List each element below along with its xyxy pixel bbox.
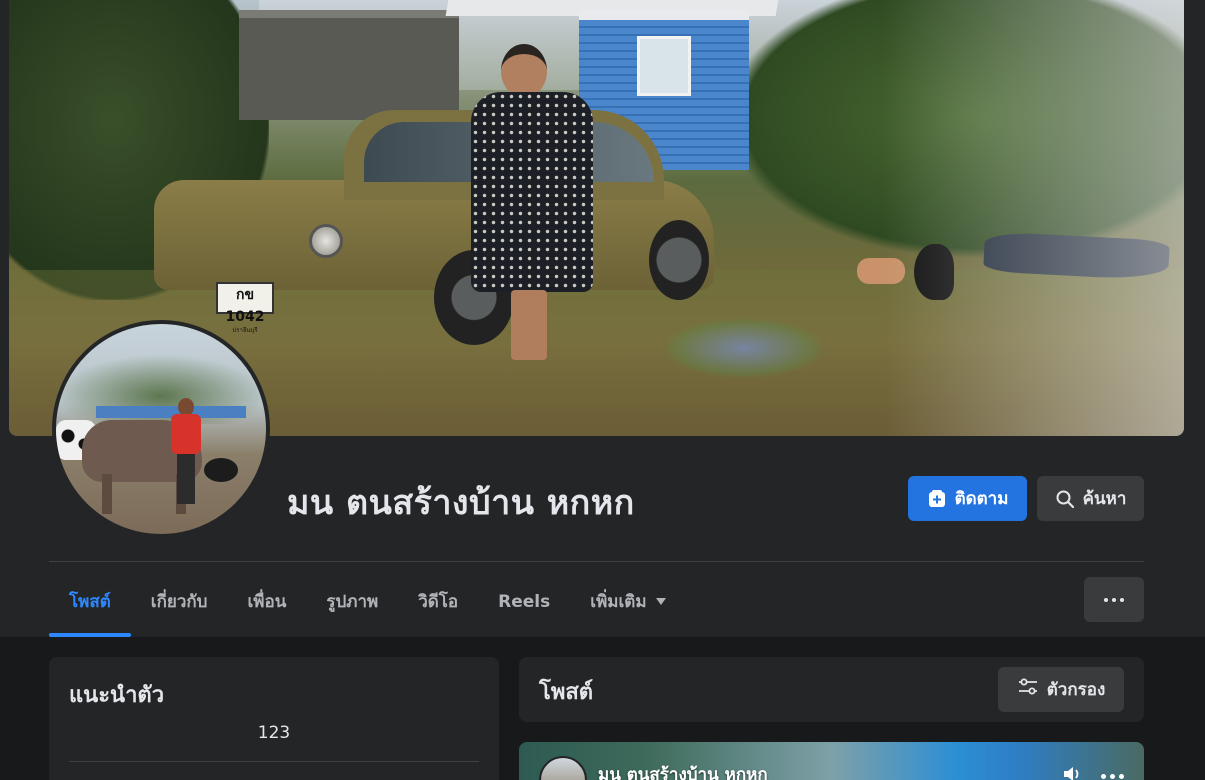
tab-label: Reels xyxy=(498,591,551,612)
caret-down-icon xyxy=(655,598,666,605)
tab-label: โพสต์ xyxy=(69,592,111,612)
more-dots-icon xyxy=(1120,597,1124,602)
profile-avatar[interactable] xyxy=(52,320,270,538)
man-red-shirt xyxy=(171,414,201,454)
tab-label: เพื่อน xyxy=(247,592,287,612)
tab-friends[interactable]: เพื่อน xyxy=(227,566,306,637)
cover-woman xyxy=(471,44,597,369)
dot xyxy=(1110,773,1115,779)
tab-more[interactable]: เพิ่มเติม xyxy=(570,566,685,637)
add-person-icon xyxy=(927,489,947,509)
cover-vintage-car: กข 1042 ปราจีนบุรี xyxy=(154,100,714,345)
tab-posts[interactable]: โพสต์ xyxy=(49,566,131,637)
intro-title: แนะนำตัว xyxy=(69,683,165,708)
tab-photos[interactable]: รูปภาพ xyxy=(306,566,398,637)
car-license-plate: กข 1042 ปราจีนบุรี xyxy=(216,282,274,334)
header-divider xyxy=(49,561,1144,562)
filter-label: ตัวกรอง xyxy=(1046,680,1106,700)
tab-label: เกี่ยวกับ xyxy=(150,592,208,612)
avatar-tires xyxy=(204,458,238,482)
license-plate-number: กข 1042 xyxy=(225,287,265,325)
more-options-button[interactable] xyxy=(1084,577,1144,622)
dot xyxy=(1119,773,1124,779)
tab-label: เพิ่มเติม xyxy=(590,592,647,612)
woman-legs xyxy=(511,290,547,360)
tab-label: วิดีโอ xyxy=(418,592,459,612)
posts-header-card: โพสต์ ตัวกรอง xyxy=(519,657,1144,722)
profile-header: กข 1042 ปราจีนบุรี มน ตนสร้างบ้าน หกหก ต… xyxy=(0,0,1205,637)
post-preview[interactable]: มน ตนสร้างบ้าน หกหก xyxy=(519,742,1144,780)
tab-label: รูปภาพ xyxy=(326,592,379,612)
search-label: ค้นหา xyxy=(1082,489,1127,509)
license-plate-province: ปราจีนบุรี xyxy=(232,327,258,334)
intro-divider xyxy=(69,761,479,762)
cover-lens-flare xyxy=(664,318,824,378)
tab-videos[interactable]: วิดีโอ xyxy=(398,566,478,637)
post-more-icon[interactable] xyxy=(1101,773,1124,779)
post-controls xyxy=(1061,764,1124,780)
tab-about[interactable]: เกี่ยวกับ xyxy=(131,566,228,637)
post-author-name[interactable]: มน ตนสร้างบ้าน หกหก xyxy=(598,761,768,780)
search-button[interactable]: ค้นหา xyxy=(1037,476,1144,521)
car-headlight-left xyxy=(309,224,343,258)
tab-reels[interactable]: Reels xyxy=(478,566,570,637)
profile-tabs: โพสต์ เกี่ยวกับ เพื่อน รูปภาพ วิดีโอ Ree… xyxy=(49,566,686,637)
filter-button[interactable]: ตัวกรอง xyxy=(998,667,1124,712)
avatar-buffalo-leg xyxy=(102,474,112,514)
post-author-avatar[interactable] xyxy=(539,756,587,780)
posts-title: โพสต์ xyxy=(539,680,594,705)
cover-house-window xyxy=(637,36,691,96)
filter-sliders-icon xyxy=(1017,677,1039,702)
car-rear-wheel xyxy=(649,220,709,300)
intro-card: แนะนำตัว 123 xyxy=(49,657,499,780)
volume-icon[interactable] xyxy=(1061,764,1083,780)
follow-button[interactable]: ติดตาม xyxy=(908,476,1027,521)
woman-head xyxy=(501,44,547,98)
profile-name: มน ตนสร้างบ้าน หกหก xyxy=(287,483,635,523)
search-icon xyxy=(1055,489,1075,509)
more-dots-icon xyxy=(1112,597,1116,602)
avatar-man xyxy=(171,398,201,504)
intro-bio: 123 xyxy=(257,723,291,743)
more-dots-icon xyxy=(1104,597,1108,602)
dot xyxy=(1101,773,1106,779)
cover-sun-haze xyxy=(884,0,1184,436)
follow-label: ติดตาม xyxy=(954,489,1009,509)
woman-dress xyxy=(471,92,593,292)
man-legs xyxy=(177,454,195,504)
